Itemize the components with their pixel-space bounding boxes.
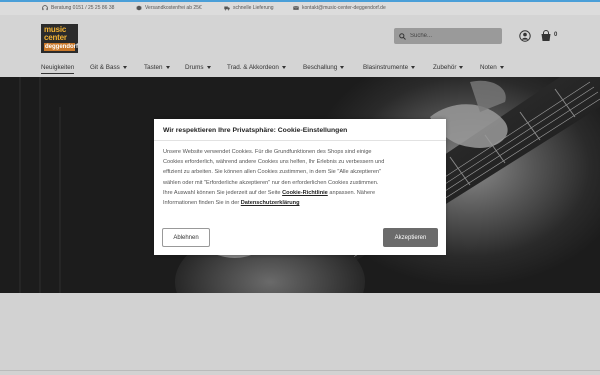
nav-item-git-bass[interactable]: Git & Bass — [90, 64, 127, 71]
nav-item-tasten[interactable]: Tasten — [144, 64, 170, 71]
account-icon[interactable] — [519, 30, 531, 42]
nav-item-label: Noten — [480, 64, 497, 71]
headset-icon — [42, 5, 48, 11]
privacy-policy-link[interactable]: Datenschutzerklärung — [241, 200, 300, 206]
chevron-down-icon — [411, 66, 416, 69]
cookie-text-fragment: anpassen. Nähere — [327, 189, 376, 196]
divider — [0, 370, 600, 371]
info-delivery: schnelle Lieferung — [224, 5, 274, 11]
nav-item-blasinstrumente[interactable]: Blasinstrumente — [363, 64, 416, 71]
cart-icon[interactable] — [540, 30, 552, 42]
logo-line-2: center — [44, 33, 67, 42]
cookie-text-line: effizient zu arbeiten. Sie können allen … — [163, 169, 382, 176]
nav-item-label: Trad. & Akkordeon — [227, 64, 279, 71]
cookie-text-line: Unsere Website verwendet Cookies. Für di… — [163, 149, 372, 155]
search-input[interactable] — [410, 33, 490, 39]
decline-button[interactable]: Ablehnen — [162, 228, 210, 247]
info-bar: Beratung 0151 / 25 25 86 38 Versandkoste… — [0, 2, 600, 15]
cookie-text-line: Ihre Auswahl können Sie jederzeit auf de… — [163, 188, 439, 198]
info-shipping-text: Versandkostenfrei ab 25€ — [145, 5, 202, 11]
nav-item-label: Beschallung — [303, 64, 338, 71]
nav-item-label: Blasinstrumente — [363, 64, 409, 71]
chevron-down-icon — [206, 66, 211, 69]
truck-icon — [224, 6, 230, 11]
info-phone[interactable]: Beratung 0151 / 25 25 86 38 — [42, 5, 114, 11]
info-phone-text: Beratung 0151 / 25 25 86 38 — [51, 5, 115, 11]
cookie-text-fragment: Informationen finden Sie in der — [163, 200, 241, 207]
nav-item-drums[interactable]: Drums — [185, 64, 211, 71]
chevron-down-icon — [459, 66, 464, 69]
search-icon[interactable] — [399, 32, 406, 40]
chevron-down-icon — [499, 66, 504, 69]
chevron-down-icon — [340, 66, 345, 69]
nav-item-neuigkeiten[interactable]: Neuigkeiten — [41, 64, 75, 74]
chevron-down-icon — [165, 66, 170, 69]
site-header: music center deggendorf 0 — [0, 15, 600, 60]
nav-item-label: Drums — [185, 64, 204, 71]
cookie-dialog-title: Wir respektieren Ihre Privatsphäre: Cook… — [163, 127, 348, 134]
nav-item-label: Tasten — [144, 64, 163, 71]
logo-line-3: deggendorf — [44, 43, 78, 51]
cookie-consent-dialog: Wir respektieren Ihre Privatsphäre: Cook… — [154, 119, 446, 255]
accept-button[interactable]: Akzeptieren — [383, 228, 438, 247]
cookie-dialog-text: Unsere Website verwendet Cookies. Für di… — [163, 147, 439, 208]
info-email[interactable]: kontakt@music-center-deggendorf.de — [293, 5, 386, 11]
cookie-text-fragment: Ihre Auswahl können Sie jederzeit auf de… — [163, 189, 283, 196]
nav-item-noten[interactable]: Noten — [480, 64, 504, 71]
nav-item-label: Git & Bass — [90, 64, 120, 71]
chevron-down-icon — [281, 66, 286, 69]
dialog-divider — [154, 140, 446, 141]
info-email-text: kontakt@music-center-deggendorf.de — [302, 5, 386, 11]
info-shipping: Versandkostenfrei ab 25€ — [136, 5, 202, 11]
package-icon — [136, 5, 142, 11]
envelope-icon — [293, 6, 299, 10]
main-navigation: Neuigkeiten Git & Bass Tasten Drums Trad… — [0, 60, 600, 77]
cookie-policy-link[interactable]: Cookie-Richtlinie — [282, 190, 328, 196]
chevron-down-icon — [122, 66, 127, 69]
logo[interactable]: music center deggendorf — [41, 24, 78, 53]
info-delivery-text: schnelle Lieferung — [233, 5, 274, 11]
search-box — [394, 28, 502, 44]
cart-count: 0 — [554, 32, 558, 38]
cookie-text-line: wählen oder mit "Erforderliche akzeptier… — [163, 179, 379, 186]
nav-item-beschallung[interactable]: Beschallung — [303, 64, 345, 71]
nav-item-label: Neuigkeiten — [41, 64, 75, 71]
cookie-text-line: Cookies erforderlich, während andere Coo… — [163, 159, 385, 166]
nav-item-zubehoer[interactable]: Zubehör — [433, 64, 464, 71]
page-content-area — [0, 293, 600, 375]
nav-item-trad-akkordeon[interactable]: Trad. & Akkordeon — [227, 64, 286, 71]
cookie-text-line: Informationen finden Sie in der Datensch… — [163, 198, 439, 208]
nav-item-label: Zubehör — [433, 64, 457, 71]
